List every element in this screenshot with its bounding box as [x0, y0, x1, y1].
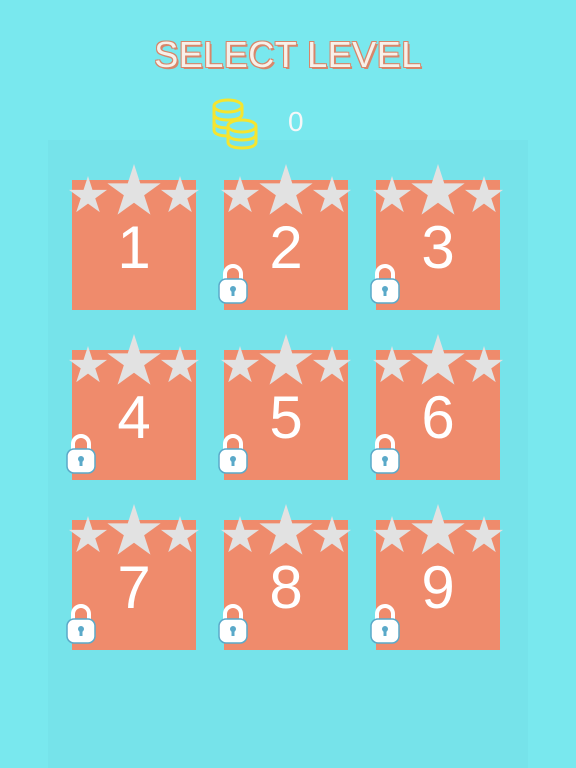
- level-number: 1: [117, 214, 151, 281]
- star-icon: [372, 346, 412, 383]
- level-button-1[interactable]: 1: [66, 164, 202, 310]
- level-button-6[interactable]: 6: [370, 334, 506, 480]
- star-icon: [160, 176, 200, 213]
- star-icon: [411, 504, 465, 555]
- star-icon: [220, 176, 260, 213]
- star-icon: [464, 346, 504, 383]
- stars-rating: [68, 504, 200, 555]
- star-icon: [464, 176, 504, 213]
- star-icon: [312, 176, 352, 213]
- star-icon: [411, 164, 465, 215]
- stars-rating: [68, 334, 200, 385]
- star-icon: [259, 164, 313, 215]
- star-icon: [372, 516, 412, 553]
- star-icon: [312, 516, 352, 553]
- star-icon: [259, 504, 313, 555]
- lock-icon: [66, 434, 96, 474]
- lock-icon: [370, 434, 400, 474]
- stars-rating: [220, 164, 352, 215]
- star-icon: [107, 334, 161, 385]
- star-icon: [160, 346, 200, 383]
- level-button-3[interactable]: 3: [370, 164, 506, 310]
- level-button-2[interactable]: 2: [218, 164, 354, 310]
- lock-icon: [218, 264, 248, 304]
- coins-icon: [212, 98, 258, 150]
- star-icon: [411, 334, 465, 385]
- star-icon: [220, 346, 260, 383]
- star-icon: [68, 346, 108, 383]
- stars-rating: [372, 164, 504, 215]
- lock-icon: [66, 604, 96, 644]
- star-icon: [259, 334, 313, 385]
- star-icon: [372, 176, 412, 213]
- stars-rating: [372, 334, 504, 385]
- stars-rating: [372, 504, 504, 555]
- star-icon: [312, 346, 352, 383]
- level-button-5[interactable]: 5: [218, 334, 354, 480]
- lock-icon: [218, 604, 248, 644]
- stars-rating: [68, 164, 200, 215]
- stars-rating: [220, 504, 352, 555]
- level-button-4[interactable]: 4: [66, 334, 202, 480]
- star-icon: [464, 516, 504, 553]
- star-icon: [107, 504, 161, 555]
- star-icon: [160, 516, 200, 553]
- lock-icon: [370, 264, 400, 304]
- lock-icon: [218, 434, 248, 474]
- star-icon: [107, 164, 161, 215]
- level-button-9[interactable]: 9: [370, 504, 506, 650]
- coin-count: 0: [288, 106, 304, 137]
- level-button-7[interactable]: 7: [66, 504, 202, 650]
- star-icon: [220, 516, 260, 553]
- page-title: SELECT LEVEL: [154, 34, 422, 75]
- star-icon: [68, 516, 108, 553]
- lock-icon: [370, 604, 400, 644]
- star-icon: [68, 176, 108, 213]
- level-button-8[interactable]: 8: [218, 504, 354, 650]
- stars-rating: [220, 334, 352, 385]
